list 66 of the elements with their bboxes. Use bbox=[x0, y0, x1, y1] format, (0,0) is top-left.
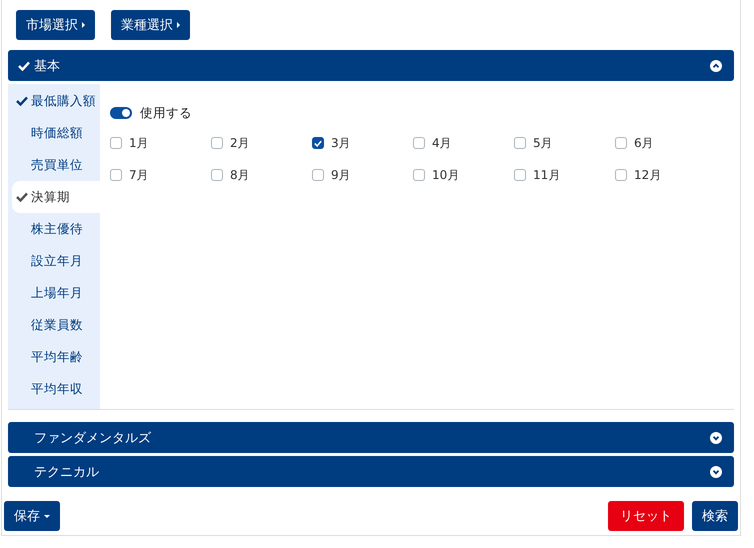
check-icon bbox=[16, 96, 28, 106]
checkbox-label: 6月 bbox=[634, 134, 654, 152]
checkbox[interactable] bbox=[312, 169, 324, 181]
dropdown-button[interactable]: 業種選択 bbox=[111, 10, 190, 40]
checkbox[interactable] bbox=[514, 137, 526, 149]
caret-icon bbox=[177, 22, 180, 28]
checkbox-label: 11月 bbox=[533, 166, 560, 184]
sidebar-label: 設立年月 bbox=[31, 252, 83, 270]
sidebar-item[interactable]: 決算期 bbox=[12, 181, 100, 213]
reset-button[interactable]: リセット bbox=[608, 501, 684, 531]
sidebar-label: 株主優待 bbox=[31, 220, 83, 238]
toggle-label: 使用する bbox=[140, 104, 192, 122]
sidebar-label: 時価総額 bbox=[31, 124, 83, 142]
sidebar-item[interactable]: 平均年齢 bbox=[8, 341, 100, 373]
section-title: ファンダメンタルズ bbox=[34, 430, 152, 446]
checkbox-label: 4月 bbox=[432, 134, 452, 152]
section-title: テクニカル bbox=[34, 464, 100, 480]
sidebar-item[interactable]: 株主優待 bbox=[8, 213, 100, 245]
checkbox[interactable] bbox=[211, 169, 223, 181]
checkbox[interactable] bbox=[312, 137, 324, 149]
checkbox-label: 12月 bbox=[634, 166, 662, 184]
checkbox[interactable] bbox=[110, 137, 122, 149]
collapse-icon[interactable] bbox=[710, 60, 722, 72]
checkbox[interactable] bbox=[413, 169, 425, 181]
section-header[interactable]: 基本 bbox=[8, 50, 734, 81]
section-title: 基本 bbox=[34, 58, 61, 74]
sidebar-label: 上場年月 bbox=[31, 284, 83, 302]
checkbox-label: 7月 bbox=[129, 166, 149, 184]
sidebar-item[interactable]: 売買単位 bbox=[8, 149, 100, 181]
checkbox-label: 5月 bbox=[533, 134, 553, 152]
sidebar-label: 売買単位 bbox=[31, 156, 83, 174]
checkbox-label: 1月 bbox=[129, 134, 149, 152]
sidebar-item[interactable]: 最低購入額 bbox=[8, 85, 100, 117]
checkbox[interactable] bbox=[514, 169, 526, 181]
checkbox[interactable] bbox=[110, 169, 122, 181]
sidebar-label: 決算期 bbox=[31, 188, 70, 206]
save-button[interactable]: 保存 bbox=[4, 501, 60, 531]
sidebar-item[interactable]: 設立年月 bbox=[8, 245, 100, 277]
dropdown-button[interactable]: 市場選択 bbox=[16, 10, 95, 40]
sidebar-label: 従業員数 bbox=[31, 316, 83, 334]
caret-icon bbox=[44, 514, 50, 518]
checkbox-label: 2月 bbox=[230, 134, 250, 152]
check-icon bbox=[18, 60, 30, 70]
checkbox-label: 9月 bbox=[331, 166, 351, 184]
sidebar-item[interactable]: 上場年月 bbox=[8, 277, 100, 309]
expand-icon[interactable] bbox=[710, 432, 722, 444]
sidebar-item[interactable]: 時価総額 bbox=[8, 117, 100, 149]
checkbox[interactable] bbox=[211, 137, 223, 149]
caret-icon bbox=[82, 22, 85, 28]
search-button[interactable]: 検索 bbox=[692, 501, 738, 531]
sidebar-label: 平均年収 bbox=[31, 380, 83, 398]
sidebar-label: 平均年齢 bbox=[31, 348, 83, 366]
sidebar-item[interactable]: 平均年収 bbox=[8, 373, 100, 405]
checkbox[interactable] bbox=[615, 137, 627, 149]
checkbox-label: 3月 bbox=[331, 134, 351, 152]
checkbox-label: 10月 bbox=[432, 166, 460, 184]
expand-icon[interactable] bbox=[710, 466, 722, 478]
sidebar-item[interactable]: 従業員数 bbox=[8, 309, 100, 341]
sidebar-label: 最低購入額 bbox=[31, 92, 96, 110]
check-icon bbox=[16, 192, 28, 202]
checkbox[interactable] bbox=[615, 169, 627, 181]
section-header[interactable]: ファンダメンタルズ bbox=[8, 422, 734, 453]
checkbox[interactable] bbox=[413, 137, 425, 149]
checkbox-label: 8月 bbox=[230, 166, 250, 184]
toggle-switch[interactable] bbox=[110, 107, 132, 119]
section-header[interactable]: テクニカル bbox=[8, 456, 734, 487]
